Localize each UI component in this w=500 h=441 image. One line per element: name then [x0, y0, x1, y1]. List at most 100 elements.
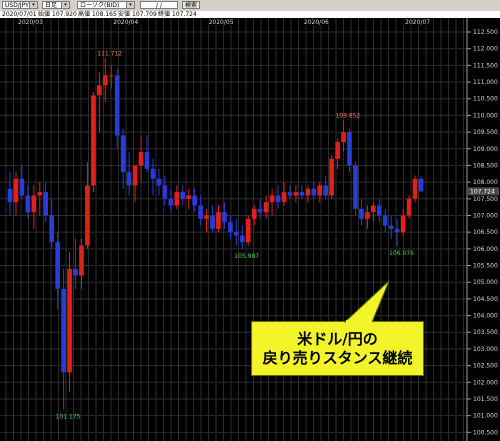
- candle-body: [353, 165, 358, 209]
- candle-body: [97, 85, 102, 96]
- candle-body: [359, 208, 364, 219]
- search-button[interactable]: 検索: [182, 1, 200, 9]
- symbol-select[interactable]: USD/JPY ▾: [2, 1, 38, 9]
- chevron-down-icon: ▾: [29, 2, 37, 8]
- callout-text: 米ドル/円の 戻り売りスタンス継続: [251, 321, 424, 376]
- candle-body: [61, 288, 66, 373]
- x-tick-label: 2020/07: [405, 19, 430, 26]
- candle-body: [371, 205, 376, 213]
- candle-body: [67, 268, 72, 373]
- candle-body: [299, 192, 305, 196]
- candle-body: [382, 215, 388, 226]
- chevron-down-icon: ▾: [61, 2, 69, 8]
- candle-body: [49, 215, 55, 243]
- candle-body: [210, 215, 215, 229]
- candle-body: [329, 158, 334, 196]
- candle-type-select[interactable]: ローソク(BID) ▾: [77, 1, 135, 9]
- y-tick-label: 102.500: [473, 363, 498, 370]
- low-annotation: 105.987: [234, 253, 259, 260]
- x-tick-label: 2020/05: [209, 19, 234, 26]
- candle-body: [412, 178, 418, 199]
- candle-body: [73, 268, 78, 276]
- candle-body: [186, 195, 192, 199]
- candle-body: [198, 205, 203, 219]
- candle-body: [37, 192, 43, 196]
- candle-body: [311, 188, 317, 196]
- candle-body: [418, 178, 424, 192]
- candle-body: [293, 192, 299, 196]
- candle: [245, 215, 251, 246]
- low-label: 安値: [118, 11, 131, 18]
- current-price-label: 107.724: [470, 188, 495, 195]
- candle-body: [376, 205, 382, 216]
- y-tick-label: 104.000: [473, 313, 498, 320]
- y-tick-label: 108.500: [473, 162, 498, 169]
- y-tick-label: 105.500: [473, 263, 498, 270]
- candlestick-chart: 111.712 101.175 105.987 109.852 106.076 112.…: [0, 18, 500, 441]
- ohlc-date: 2020/07/01: [2, 11, 37, 18]
- symbol-value: USD/JPY: [5, 2, 29, 9]
- period-value: 日足: [45, 2, 58, 9]
- candle-body: [102, 75, 108, 86]
- candle-body: [7, 188, 13, 203]
- candle-body: [365, 212, 370, 219]
- candle-body: [204, 215, 209, 219]
- candle-body: [138, 152, 144, 166]
- candle-body: [31, 195, 37, 213]
- candle: [353, 162, 358, 216]
- candle: [406, 195, 412, 219]
- y-tick-label: 112.500: [473, 29, 498, 36]
- candle-body: [79, 245, 84, 276]
- candle-body: [174, 192, 180, 206]
- x-tick-label: 2020/03: [18, 19, 43, 26]
- candle-body: [341, 132, 346, 143]
- candle: [67, 252, 72, 393]
- current-price-marker: 107.724: [468, 187, 499, 196]
- y-tick-label: 112.000: [473, 46, 498, 53]
- y-tick-label: 110.000: [473, 112, 498, 119]
- candle-body: [257, 208, 263, 213]
- y-tick-label: 107.500: [473, 196, 498, 203]
- candle-body: [144, 152, 150, 169]
- search-button-label: 検索: [184, 2, 197, 9]
- candle-body: [222, 212, 227, 223]
- candle-body: [400, 215, 406, 233]
- y-tick-label: 101.500: [473, 396, 498, 403]
- y-tick-label: 105.000: [473, 279, 498, 286]
- candle-body: [245, 218, 251, 243]
- candle-body: [269, 195, 275, 203]
- high-annotation: 109.852: [336, 112, 361, 119]
- y-tick-label: 108.000: [473, 179, 498, 186]
- candle-body: [108, 75, 114, 77]
- y-tick-label: 103.500: [473, 329, 498, 336]
- high-value: 108.165: [92, 11, 117, 18]
- candle-body: [192, 195, 197, 206]
- y-tick-label: 100.500: [473, 429, 498, 436]
- period-select[interactable]: 日足 ▾: [42, 1, 70, 9]
- candle-body: [126, 172, 132, 186]
- candle-body: [251, 208, 257, 219]
- low-annotation: 106.076: [389, 250, 414, 257]
- open-value: 107.920: [52, 11, 77, 18]
- candle-body: [394, 228, 400, 233]
- low-annotation: 101.175: [56, 414, 81, 421]
- date-input[interactable]: / /: [140, 1, 178, 9]
- candle-body: [13, 178, 19, 203]
- y-tick-label: 102.000: [473, 379, 498, 386]
- candle-body: [317, 185, 323, 196]
- candle-body: [234, 232, 239, 236]
- y-tick-label: 109.500: [473, 129, 498, 136]
- candle-body: [114, 75, 120, 136]
- chevron-down-icon: ▾: [126, 2, 134, 8]
- candle-body: [168, 198, 174, 206]
- candle-body: [150, 168, 156, 179]
- candle-body: [120, 135, 126, 173]
- candle-body: [406, 198, 412, 216]
- candle-body: [132, 165, 138, 186]
- high-annotation: 111.712: [97, 50, 122, 57]
- y-tick-label: 106.000: [473, 246, 498, 253]
- x-tick-label: 2020/04: [113, 19, 138, 26]
- candle-body: [180, 192, 186, 199]
- low-value: 107.709: [132, 11, 157, 18]
- close-value: 107.724: [172, 11, 197, 18]
